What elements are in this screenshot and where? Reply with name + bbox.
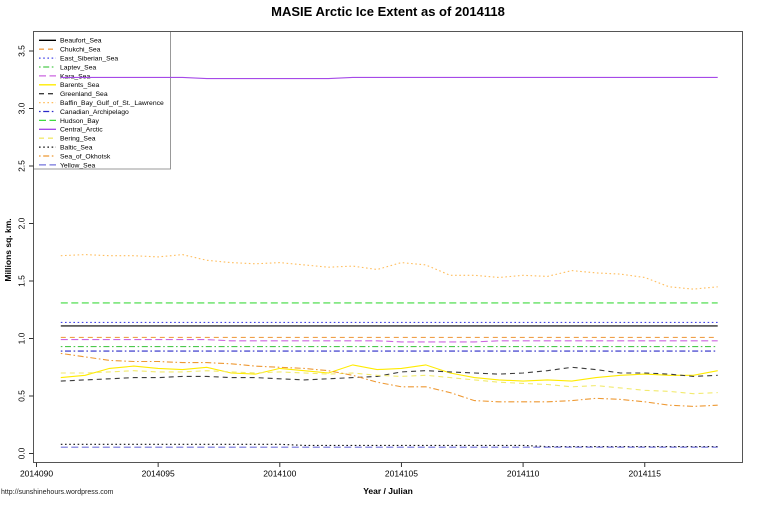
legend-label: Hudson_Bay xyxy=(60,118,100,125)
y-tick-label: 1.0 xyxy=(17,332,27,344)
masie-ice-extent-chart: MASIE Arctic Ice Extent as of 2014118 Mi… xyxy=(1,4,743,496)
chart-title: MASIE Arctic Ice Extent as of 2014118 xyxy=(271,4,505,19)
chart-page: MASIE Arctic Ice Extent as of 2014118 Mi… xyxy=(0,0,760,506)
legend: Beaufort_Sea Chukchi_Sea East_Siberian_Sea… xyxy=(33,31,171,170)
y-tick-label: 3.5 xyxy=(17,45,27,57)
legend-label: Canadian_Archipelago xyxy=(60,109,129,116)
series-line-Sea_of_Okhotsk xyxy=(60,352,718,407)
legend-label: East_Siberian_Sea xyxy=(60,56,118,63)
y-tick-label: 0.0 xyxy=(17,447,27,459)
x-tick-label: 2014105 xyxy=(385,469,418,479)
legend-label: Central_Arctic xyxy=(60,127,103,134)
y-axis-label: Millions sq. km. xyxy=(3,218,13,281)
legend-label: Chukchi_Sea xyxy=(60,47,101,54)
y-tick-label: 2.0 xyxy=(17,217,27,229)
x-axis-label: Year / Julian xyxy=(363,486,413,496)
watermark-url: http://sunshinehours.wordpress.com xyxy=(1,489,114,496)
series-line-Baffin_Bay_Gulf_of_St._Lawrence xyxy=(60,254,718,290)
legend-label: Bering_Sea xyxy=(60,136,96,143)
legend-label: Greenland_Sea xyxy=(60,91,108,98)
x-tick-label: 2014095 xyxy=(142,469,175,479)
y-tick-label: 2.5 xyxy=(17,160,27,172)
legend-label: Baffin_Bay_Gulf_of_St._Lawrence xyxy=(60,100,164,107)
legend-label: Yellow_Sea xyxy=(60,162,95,169)
series-line-Baltic_Sea xyxy=(60,443,718,448)
x-tick-label: 2014100 xyxy=(263,469,296,479)
x-tick-label: 2014090 xyxy=(20,469,53,479)
legend-label: Barents_Sea xyxy=(60,82,100,89)
y-tick-label: 1.5 xyxy=(17,275,27,287)
legend-label: Kara_Sea xyxy=(60,73,90,80)
legend-label: Laptev_Sea xyxy=(60,64,97,71)
series-line-Kara_Sea xyxy=(60,339,718,343)
y-tick-label: 3.0 xyxy=(17,102,27,114)
y-tick-label: 0.5 xyxy=(17,390,27,402)
legend-label: Sea_of_Okhotsk xyxy=(60,153,111,160)
plot-area: Beaufort_Sea Chukchi_Sea East_Siberian_Sea… xyxy=(17,31,743,479)
legend-label: Baltic_Sea xyxy=(60,145,93,152)
x-tick-label: 2014110 xyxy=(507,469,540,479)
x-tick-label: 2014115 xyxy=(629,469,662,479)
legend-label: Beaufort_Sea xyxy=(60,38,102,45)
